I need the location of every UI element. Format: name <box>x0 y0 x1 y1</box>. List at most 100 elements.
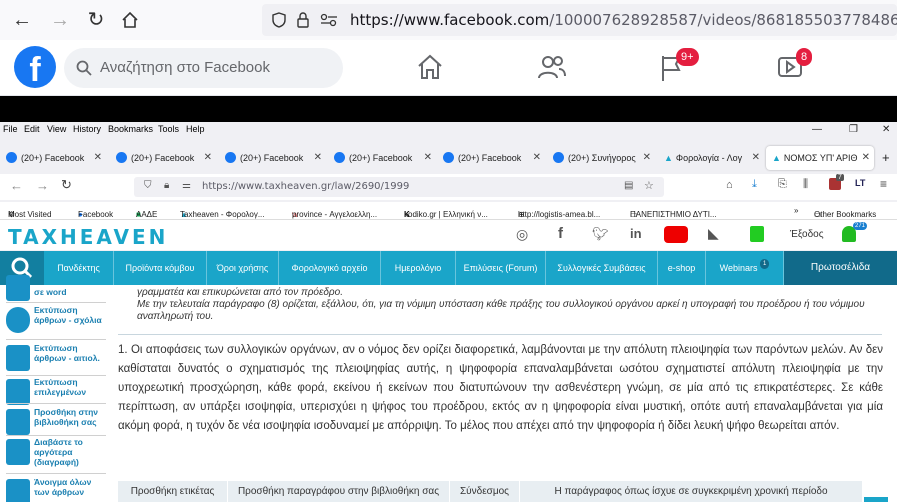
menu-history[interactable]: History <box>73 124 101 134</box>
tab-close-icon[interactable]: ✕ <box>424 146 432 170</box>
tab-label: (20+) Facebook <box>131 153 195 163</box>
screenshot-icon[interactable]: ⎘ <box>778 178 787 191</box>
facebook-logo[interactable]: f <box>14 46 56 88</box>
taxheaven-logo[interactable]: TAXHEAVEN <box>8 225 168 249</box>
menu-file[interactable]: File <box>3 124 18 134</box>
webinars-badge: 1 <box>760 259 770 269</box>
forward-arrow-icon[interactable]: → <box>36 178 49 193</box>
menu-view[interactable]: View <box>47 124 66 134</box>
taxheaven-favicon-icon: ▲ <box>664 153 673 163</box>
new-tab-icon[interactable]: + <box>882 146 896 170</box>
shield-icon[interactable] <box>272 12 286 28</box>
sidebar-read-later[interactable]: Διαβάστε το αργότερα (διαγραφή) <box>6 435 106 471</box>
nav-terms[interactable]: Όροι χρήσης <box>207 251 279 285</box>
facebook-icon[interactable]: f <box>558 225 563 242</box>
bookmark-label: http://logistis-amea.bl... <box>518 210 601 219</box>
reload-icon[interactable]: ↻ <box>84 8 108 32</box>
library-icon[interactable]: ⫼ <box>803 178 808 191</box>
commentary-quote: γραμματέα και επικυρώνεται από τον πρόεδ… <box>137 287 877 323</box>
tab-close-icon[interactable]: ✕ <box>94 146 102 170</box>
tab-close-icon[interactable]: ✕ <box>533 146 541 170</box>
menu-bookmarks[interactable]: Bookmarks <box>108 124 153 134</box>
bookmark-label: kodiko.gr | Ελληνική ν... <box>404 210 488 219</box>
home-icon[interactable]: ⌂ <box>726 179 733 191</box>
home-icon[interactable] <box>416 53 446 83</box>
outer-url-bar[interactable]: https://www.facebook.com/100007628928587… <box>262 4 897 36</box>
lt-extension-icon[interactable]: LT <box>855 178 865 188</box>
permissions-icon[interactable]: ⚌ <box>182 180 191 191</box>
restore-icon[interactable]: ❐ <box>849 124 858 135</box>
download-icon[interactable]: ⤓ <box>752 178 757 191</box>
home-icon[interactable] <box>118 8 142 32</box>
sidebar-label: σε word <box>34 287 67 297</box>
extension-badge: 7 <box>836 174 844 181</box>
tab-facebook-4[interactable]: (20+) Facebook ✕ <box>334 146 432 170</box>
back-arrow-icon[interactable]: ← <box>10 8 34 32</box>
tab-close-icon[interactable]: ✕ <box>862 146 870 170</box>
hamburger-menu-icon[interactable]: ≡ <box>880 177 887 191</box>
nav-collective-agreements[interactable]: Συλλογικές Συμβάσεις <box>546 251 658 285</box>
search-icon <box>76 60 92 76</box>
nav-eshop[interactable]: e-shop <box>658 251 706 285</box>
outer-browser-toolbar: ← → ↻ https://www.facebook.com/100007628… <box>0 0 897 40</box>
tab-synigoros[interactable]: (20+) Συνήγορος ✕ <box>553 146 651 170</box>
comment-icon <box>6 307 30 333</box>
tab-facebook-2[interactable]: (20+) Facebook ✕ <box>116 146 212 170</box>
close-icon[interactable]: ✕ <box>882 124 890 135</box>
book-icon[interactable] <box>750 226 764 242</box>
sidebar-print-reasoning[interactable]: Εκτύπωση άρθρων - αιτιολ. <box>6 341 106 377</box>
tab-close-icon[interactable]: ✕ <box>314 146 322 170</box>
open-all-icon <box>6 479 30 502</box>
tab-close-icon[interactable]: ✕ <box>752 146 760 170</box>
nav-webinars[interactable]: Webinars 1 <box>706 251 784 285</box>
menu-edit[interactable]: Edit <box>24 124 40 134</box>
tab-close-icon[interactable]: ✕ <box>204 146 212 170</box>
nav-frontpage[interactable]: Πρωτοσέλιδα <box>784 251 897 285</box>
tab-close-icon[interactable]: ✕ <box>643 146 651 170</box>
exit-link[interactable]: Έξοδος <box>790 229 824 240</box>
sidebar-label: Διαβάστε το αργότερα (διαγραφή) <box>34 437 83 467</box>
nav-tax-archive[interactable]: Φορολογικό αρχείο <box>279 251 381 285</box>
forward-arrow-icon[interactable]: → <box>48 8 72 32</box>
inner-url-bar[interactable]: ⛉ 🔒︎ ⚌ https://www.taxheaven.gr/law/2690… <box>134 177 664 197</box>
lock-icon[interactable]: 🔒︎ <box>164 180 169 191</box>
tab-label: (20+) Συνήγορος <box>568 153 636 163</box>
tab-facebook-1[interactable]: (20+) Facebook ✕ <box>6 146 102 170</box>
reload-icon[interactable]: ↻ <box>61 177 72 193</box>
twitter-icon[interactable]: 🐦︎ <box>592 226 609 242</box>
instagram-icon[interactable]: ◎ <box>516 226 528 243</box>
friends-icon[interactable] <box>537 53 567 83</box>
reader-view-icon[interactable]: ▤ <box>624 180 633 191</box>
add-to-library-header[interactable]: Προσθήκη παραγράφου στην βιβλιοθήκη σας <box>228 481 450 502</box>
tab-forologia[interactable]: ▲ Φορολογία - Λογ ✕ <box>664 146 760 170</box>
url-host: https://www.facebook.com <box>350 11 550 29</box>
historical-version-header[interactable]: Η παράγραφος όπως ίσχυε σε συγκεκριμένη … <box>520 481 863 502</box>
nav-forum[interactable]: Επιλύσεις (Forum) <box>456 251 546 285</box>
nav-products[interactable]: Προϊόντα κόμβου <box>114 251 207 285</box>
sidebar-print-comments[interactable]: Εκτύπωση άρθρων - σχόλια <box>6 303 106 339</box>
inner-screenshot: File Edit View History Bookmarks Tools H… <box>0 122 897 502</box>
permissions-icon[interactable] <box>320 13 338 27</box>
tab-facebook-3[interactable]: (20+) Facebook ✕ <box>225 146 322 170</box>
shield-icon[interactable]: ⛉ <box>144 180 152 191</box>
facebook-search-input[interactable]: Αναζήτηση στο Facebook <box>64 48 343 88</box>
add-tag-header[interactable]: Προσθήκη ετικέτας <box>118 481 228 502</box>
minimize-icon[interactable]: — <box>812 124 822 135</box>
nav-calendar[interactable]: Ημερολόγιο <box>381 251 456 285</box>
linkedin-icon[interactable]: in <box>630 226 642 241</box>
youtube-icon[interactable] <box>664 226 688 243</box>
link-header[interactable]: Σύνδεσμος <box>450 481 520 502</box>
inner-menubar: File Edit View History Bookmarks Tools H… <box>0 122 897 136</box>
lock-icon[interactable] <box>296 12 310 28</box>
back-arrow-icon[interactable]: ← <box>10 178 23 193</box>
sidebar-open-all[interactable]: Άνοιγμα όλων των άρθρων <box>6 475 106 502</box>
tab-nomos-active[interactable]: ▲ ΝΟΜΟΣ ΥΠ' ΑΡΙΘ ✕ <box>766 146 874 170</box>
bookmark-star-icon[interactable]: ☆ <box>644 179 654 192</box>
menu-help[interactable]: Help <box>186 124 205 134</box>
menu-tools[interactable]: Tools <box>158 124 179 134</box>
rss-icon[interactable]: ◣ <box>708 225 719 242</box>
tab-facebook-5[interactable]: (20+) Facebook ✕ <box>443 146 541 170</box>
scroll-to-top-button[interactable] <box>864 497 888 502</box>
bookmarks-overflow-icon[interactable]: » <box>794 206 798 215</box>
facebook-favicon-icon <box>443 152 454 163</box>
